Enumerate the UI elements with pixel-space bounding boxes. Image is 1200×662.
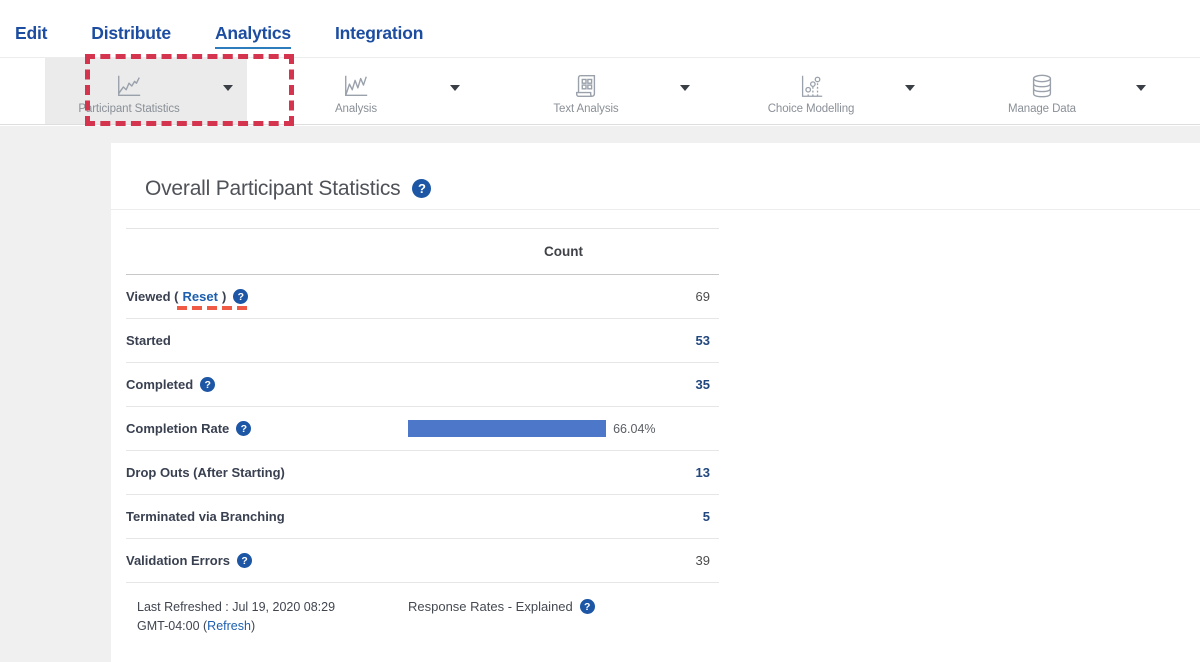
row-label: Terminated via Branching <box>126 509 408 524</box>
row-label: Viewed ( Reset ) ? <box>126 289 408 304</box>
refresh-link[interactable]: Refresh <box>207 619 251 633</box>
toolbar-item-label: Text Analysis <box>553 103 618 115</box>
chevron-down-icon[interactable] <box>680 85 690 91</box>
page-title: Overall Participant Statistics <box>145 175 400 201</box>
row-label-text: Validation Errors <box>126 553 230 568</box>
row-count-cell: 39 <box>408 553 719 568</box>
analysis-button[interactable]: Analysis <box>272 68 440 115</box>
top-nav: Edit Distribute Analytics Integration <box>0 0 1200 57</box>
count-value: 69 <box>696 289 719 304</box>
help-icon[interactable]: ? <box>233 289 248 304</box>
row-label-text: Viewed ( <box>126 289 179 304</box>
row-count-cell: 13 <box>408 465 719 480</box>
row-count-cell: 5 <box>408 509 719 524</box>
table-row-viewed: Viewed ( Reset ) ? 69 <box>126 275 719 319</box>
table-row-validation-errors: Validation Errors ? 39 <box>126 539 719 583</box>
count-value: 39 <box>696 553 719 568</box>
area-chart-icon <box>341 72 371 100</box>
row-label: Started <box>126 333 408 348</box>
toolbar-item-participant-statistics[interactable]: Participant Statistics <box>45 58 247 124</box>
participant-statistics-button[interactable]: Participant Statistics <box>45 68 213 115</box>
toolbar-item-label: Participant Statistics <box>78 103 179 115</box>
nav-item-edit[interactable]: Edit <box>15 23 47 49</box>
response-rates-explained: Response Rates - Explained ? <box>408 598 719 637</box>
choice-modelling-button[interactable]: Choice Modelling <box>727 68 895 115</box>
count-value: 53 <box>696 333 719 348</box>
reset-link[interactable]: Reset <box>183 289 218 304</box>
help-icon[interactable]: ? <box>580 599 595 614</box>
row-label-text: Completed <box>126 377 193 392</box>
row-label-text: Completion Rate <box>126 421 229 436</box>
row-label: Validation Errors ? <box>126 553 408 568</box>
row-count-cell: 66.04% <box>408 420 719 437</box>
nav-item-distribute[interactable]: Distribute <box>91 23 171 49</box>
row-count-cell: 53 <box>408 333 719 348</box>
count-value: 35 <box>696 377 719 392</box>
document-grid-icon <box>572 72 600 100</box>
statistics-card: Overall Participant Statistics ? Count V… <box>111 143 1200 662</box>
card-header: Overall Participant Statistics ? <box>111 143 1200 210</box>
table-row-completion-rate: Completion Rate ? 66.04% <box>126 407 719 451</box>
table-footer: Last Refreshed : Jul 19, 2020 08:29 GMT-… <box>126 598 719 637</box>
toolbar-item-label: Manage Data <box>1008 103 1076 115</box>
chevron-down-icon[interactable] <box>1136 85 1146 91</box>
completion-rate-bar <box>408 420 606 437</box>
table-row-drop-outs: Drop Outs (After Starting) 13 <box>126 451 719 495</box>
row-count-cell: 69 <box>408 289 719 304</box>
row-label: Completion Rate ? <box>126 421 408 436</box>
toolbar-item-text-analysis[interactable]: Text Analysis <box>502 58 704 124</box>
scatter-chart-icon <box>797 72 825 100</box>
nav-item-analytics[interactable]: Analytics <box>215 23 291 49</box>
table-row-completed: Completed ? 35 <box>126 363 719 407</box>
help-icon[interactable]: ? <box>237 553 252 568</box>
toolbar-item-manage-data[interactable]: Manage Data <box>958 58 1160 124</box>
content-background: Overall Participant Statistics ? Count V… <box>0 126 1200 662</box>
last-refreshed-line2-suffix: ) <box>251 619 255 633</box>
last-refreshed-line1: Last Refreshed : Jul 19, 2020 08:29 <box>137 600 335 614</box>
chevron-down-icon[interactable] <box>223 85 233 91</box>
text-analysis-button[interactable]: Text Analysis <box>502 68 670 115</box>
toolbar-item-analysis[interactable]: Analysis <box>272 58 474 124</box>
last-refreshed-text: Last Refreshed : Jul 19, 2020 08:29 GMT-… <box>126 598 408 637</box>
toolbar-item-label: Analysis <box>335 103 377 115</box>
completion-rate-percent: 66.04% <box>613 422 655 436</box>
count-value: 5 <box>703 509 719 524</box>
line-chart-icon <box>114 72 144 100</box>
count-column-header: Count <box>408 244 719 259</box>
response-rates-text: Response Rates - Explained <box>408 599 573 614</box>
last-refreshed-line2: GMT-04:00 ( <box>137 619 207 633</box>
row-label: Drop Outs (After Starting) <box>126 465 408 480</box>
count-value: 13 <box>696 465 719 480</box>
table-row-terminated: Terminated via Branching 5 <box>126 495 719 539</box>
table-header-row: Count <box>126 228 719 275</box>
nav-item-integration[interactable]: Integration <box>335 23 423 49</box>
participant-statistics-table: Count Viewed ( Reset ) ? 69 Started <box>126 228 719 583</box>
manage-data-button[interactable]: Manage Data <box>958 68 1126 115</box>
analytics-toolbar: Participant Statistics Analysis <box>0 57 1200 125</box>
chevron-down-icon[interactable] <box>905 85 915 91</box>
help-icon[interactable]: ? <box>236 421 251 436</box>
chevron-down-icon[interactable] <box>450 85 460 91</box>
toolbar-item-choice-modelling[interactable]: Choice Modelling <box>727 58 929 124</box>
row-label: Completed ? <box>126 377 408 392</box>
help-icon[interactable]: ? <box>200 377 215 392</box>
help-icon[interactable]: ? <box>412 179 431 198</box>
table-row-started: Started 53 <box>126 319 719 363</box>
annotation-dashed-underline <box>177 306 251 310</box>
database-icon <box>1028 72 1056 100</box>
toolbar-item-label: Choice Modelling <box>768 103 855 115</box>
row-label-text: ) <box>222 289 226 304</box>
row-count-cell: 35 <box>408 377 719 392</box>
